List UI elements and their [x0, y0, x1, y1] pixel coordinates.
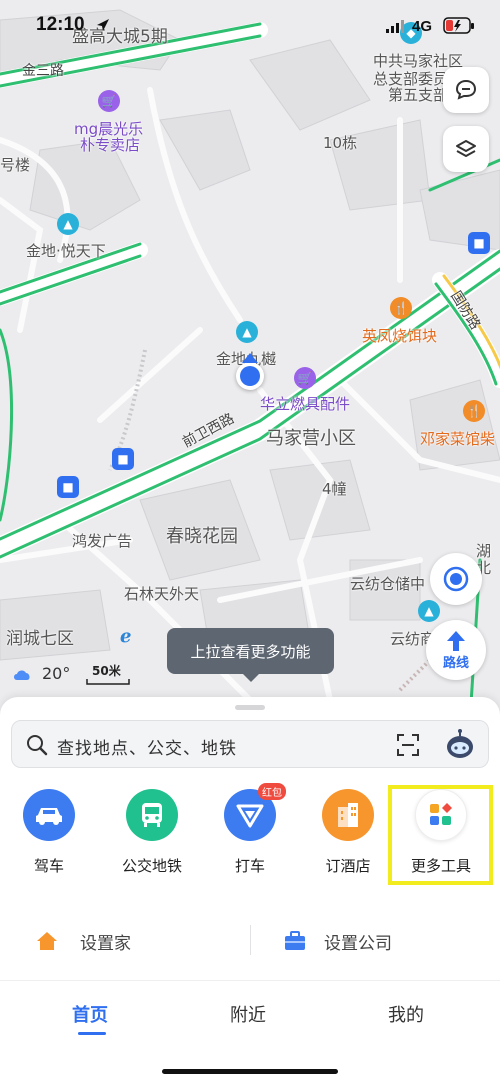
- shortcut-label: 驾车: [33, 857, 64, 875]
- shortcut-drive[interactable]: 驾车: [1, 789, 97, 885]
- bottom-tab-bar: 首页 附近 我的: [0, 980, 500, 1083]
- shortcut-hotel[interactable]: 订酒店: [300, 789, 396, 885]
- scale-bar-icon: [86, 679, 130, 685]
- bus-stop-icon[interactable]: ■: [57, 476, 79, 498]
- active-tab-indicator: [78, 1032, 106, 1035]
- set-home-label: 设置家: [80, 934, 131, 954]
- pull-up-tooltip: 上拉查看更多功能: [167, 628, 334, 682]
- residence-icon[interactable]: ▲: [236, 321, 258, 343]
- status-bar: 12:10 4G: [0, 0, 500, 52]
- shortcut-taxi[interactable]: 红包 打车: [202, 783, 298, 885]
- quick-places: 设置家 设置公司: [0, 917, 500, 973]
- current-location-marker: [236, 353, 264, 390]
- signal-icon: [386, 20, 404, 33]
- map-label: 金地·悦天下: [26, 242, 106, 260]
- sheet-handle[interactable]: [235, 705, 265, 710]
- highlight-box: [388, 785, 493, 885]
- shortcut-label: 订酒店: [325, 857, 371, 875]
- map-label: 4幢: [322, 480, 347, 498]
- map-label: 号楼: [0, 156, 31, 174]
- map-view[interactable]: 盛高大城5期 金三路 中共马家社区 总支部委员 第五支部 ◆ 🛒 mg晨光乐 朴…: [0, 0, 500, 720]
- scale-text: 50米: [92, 664, 121, 678]
- home-icon: [37, 932, 57, 950]
- battery-icon: [443, 17, 474, 34]
- message-button[interactable]: [443, 67, 489, 113]
- bus-stop-icon[interactable]: ■: [112, 448, 134, 470]
- shortcut-transit[interactable]: 公交地铁: [104, 789, 200, 885]
- route-label: 路线: [442, 655, 469, 671]
- restaurant-icon[interactable]: 🍴: [463, 400, 485, 422]
- map-label: 鸿发广告: [72, 532, 133, 550]
- map-label: 第五支部: [388, 86, 449, 104]
- map-label: 润城七区: [6, 629, 74, 649]
- bus-icon: [126, 789, 178, 841]
- shortcut-label: 打车: [234, 857, 265, 875]
- scan-icon[interactable]: [396, 733, 420, 757]
- map-scale: 50米: [86, 662, 130, 685]
- bus-stop-icon[interactable]: ■: [468, 232, 490, 254]
- set-company-label: 设置公司: [324, 934, 392, 954]
- search-placeholder: 查找地点、公交、地铁: [57, 739, 237, 759]
- map-label: 邓家菜馆柴: [420, 430, 496, 448]
- map-label: 金三路: [22, 63, 64, 79]
- temperature: 20°: [42, 664, 71, 683]
- set-home-button[interactable]: 设置家: [36, 927, 236, 957]
- map-label: 石林天外天: [124, 585, 200, 603]
- cloud-icon: [14, 669, 30, 680]
- residence-icon[interactable]: ▲: [57, 213, 79, 235]
- restaurant-icon[interactable]: 🍴: [390, 297, 412, 319]
- weather-widget[interactable]: 20°: [12, 664, 70, 683]
- search-bar[interactable]: 查找地点、公交、地铁: [11, 720, 489, 768]
- map-label: 朴专卖店: [80, 136, 141, 154]
- route-button[interactable]: 路线: [426, 620, 486, 680]
- locate-icon: [443, 566, 469, 592]
- tab-nearby[interactable]: 附近: [230, 1001, 266, 1027]
- search-icon: [27, 735, 48, 756]
- map-label: 10栋: [323, 134, 358, 152]
- status-time: 12:10: [36, 14, 85, 35]
- layers-icon: [456, 140, 476, 157]
- briefcase-icon: [285, 931, 305, 950]
- assistant-robot-icon[interactable]: [444, 729, 476, 761]
- layers-button[interactable]: [443, 126, 489, 172]
- tab-home[interactable]: 首页: [72, 1001, 108, 1027]
- pull-up-tip-text: 上拉查看更多功能: [190, 642, 311, 661]
- locate-me-button[interactable]: [430, 553, 482, 605]
- map-label: 云纺仓储中: [350, 575, 426, 593]
- car-icon: [23, 789, 75, 841]
- residence-icon[interactable]: ▲: [418, 600, 440, 622]
- hotel-icon: [322, 789, 374, 841]
- telecom-icon[interactable]: ℯ: [120, 626, 131, 647]
- tab-mine[interactable]: 我的: [388, 1001, 424, 1027]
- home-indicator[interactable]: [162, 1069, 338, 1074]
- map-label: 华立燃具配件: [260, 395, 351, 413]
- map-label: 英凤烧饵块: [362, 327, 438, 345]
- divider: [250, 925, 251, 955]
- location-arrow-icon: [97, 19, 109, 31]
- network-type: 4G: [412, 18, 433, 35]
- shortcut-label: 公交地铁: [121, 857, 182, 875]
- red-packet-badge: 红包: [258, 783, 286, 800]
- taxi-icon: 红包: [224, 783, 286, 841]
- shopping-cart-icon[interactable]: 🛒: [294, 367, 316, 389]
- map-label: 马家营小区: [266, 428, 356, 449]
- set-company-button[interactable]: 设置公司: [284, 927, 484, 957]
- map-label: 春晓花园: [166, 526, 238, 547]
- shopping-cart-icon[interactable]: 🛒: [98, 90, 120, 112]
- chat-bubble-icon: [455, 79, 477, 100]
- route-arrow-icon: [447, 630, 465, 651]
